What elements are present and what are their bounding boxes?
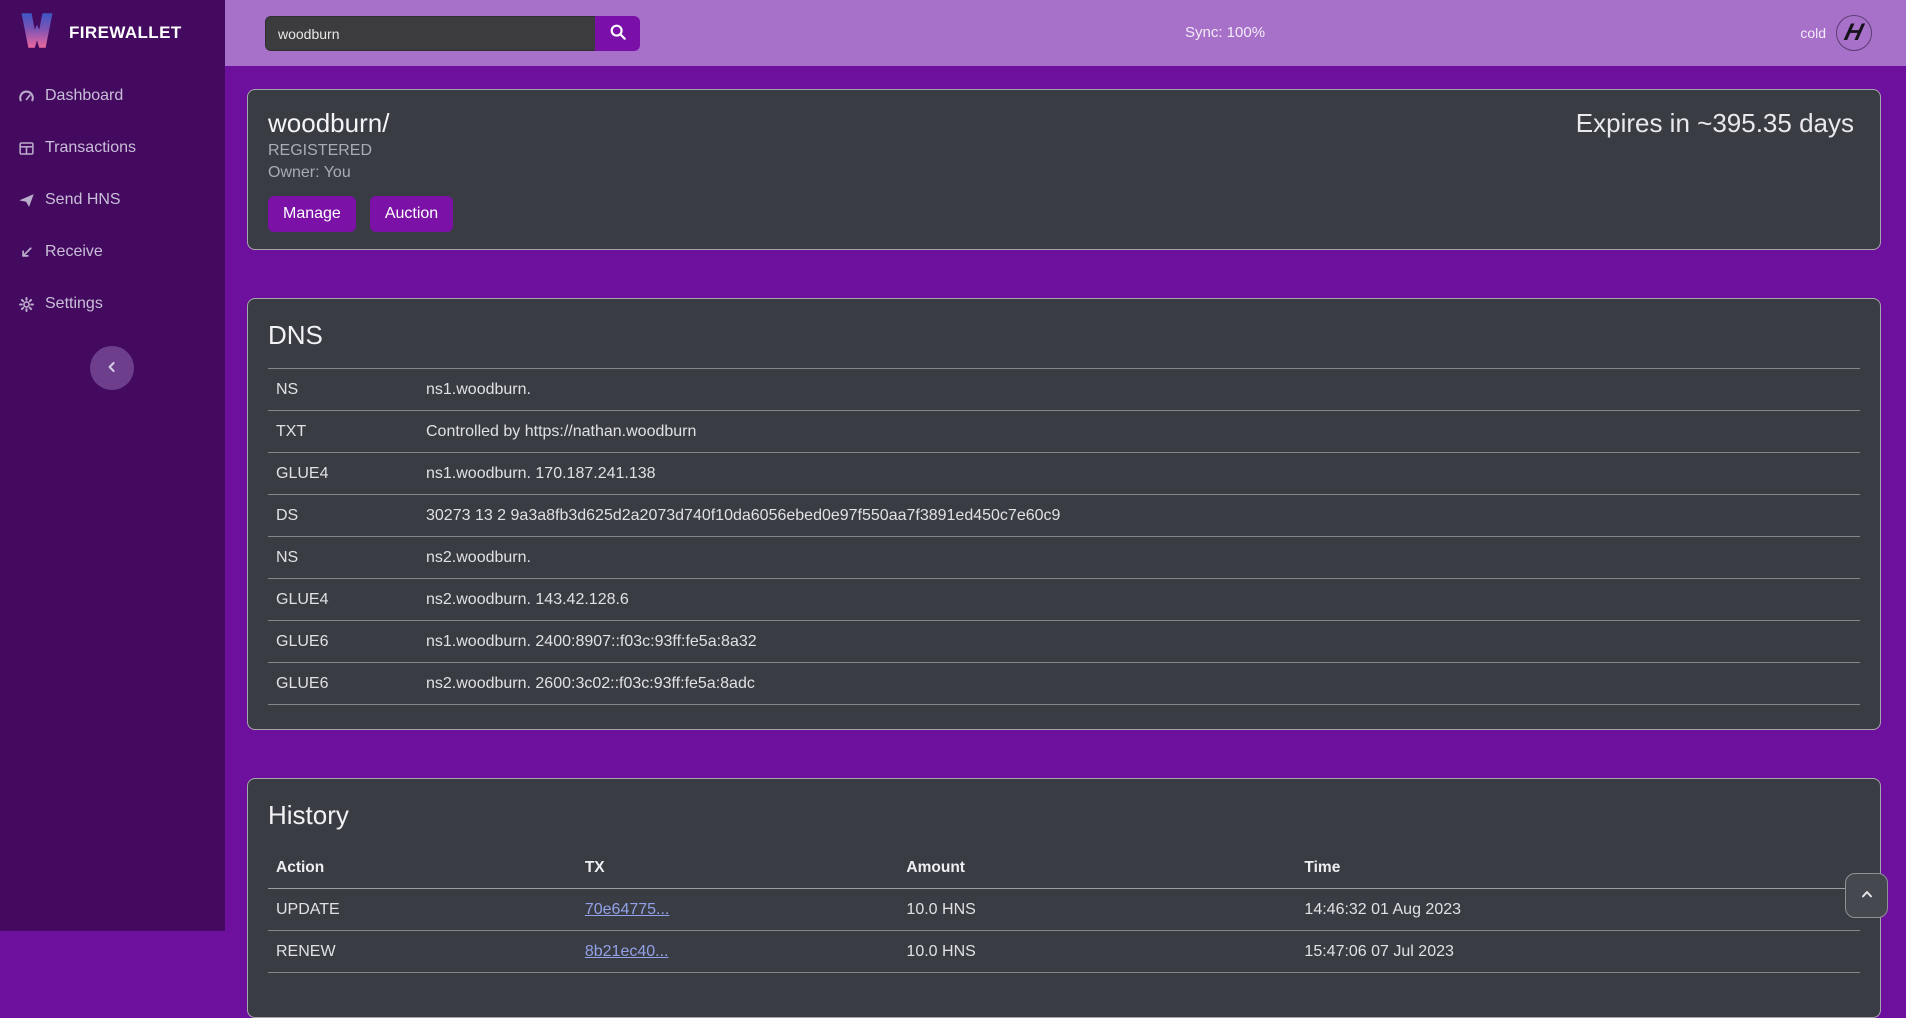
dns-record-row: GLUE4 ns1.woodburn. 170.187.241.138 xyxy=(268,453,1860,495)
history-table: Action TX Amount Time UPDATE 70e64775...… xyxy=(268,848,1860,973)
record-value: 30273 13 2 9a3a8fb3d625d2a2073d740f10da6… xyxy=(418,495,1860,537)
brand-row[interactable]: FIREWALLET xyxy=(0,0,225,66)
time-cell: 15:47:06 07 Jul 2023 xyxy=(1296,931,1860,973)
wallet-avatar[interactable]: H xyxy=(1836,15,1872,51)
handshake-icon: H xyxy=(1842,18,1867,48)
sidebar-item-label: Transactions xyxy=(45,139,136,157)
record-type: GLUE6 xyxy=(268,621,418,663)
record-value: ns2.woodburn. 143.42.128.6 xyxy=(418,579,1860,621)
main-content: woodburn/ REGISTERED Owner: You Manage A… xyxy=(225,66,1906,931)
scroll-top-button[interactable] xyxy=(1845,873,1888,918)
record-type: NS xyxy=(268,537,418,579)
column-header-action: Action xyxy=(268,848,577,889)
record-type: DS xyxy=(268,495,418,537)
domain-info: woodburn/ REGISTERED Owner: You Manage A… xyxy=(268,108,453,249)
search-icon xyxy=(609,23,627,44)
search-group xyxy=(265,16,640,51)
history-row: UPDATE 70e64775... 10.0 HNS 14:46:32 01 … xyxy=(268,889,1860,931)
record-value: Controlled by https://nathan.woodburn xyxy=(418,411,1860,453)
tx-link[interactable]: 70e64775... xyxy=(585,901,670,918)
dns-record-row: GLUE6 ns2.woodburn. 2600:3c02::f03c:93ff… xyxy=(268,663,1860,705)
sidebar-item-label: Receive xyxy=(45,243,103,261)
action-cell: RENEW xyxy=(268,931,577,973)
status-badge: REGISTERED xyxy=(268,140,453,161)
sync-status: Sync: 100% xyxy=(1185,0,1265,66)
gear-icon xyxy=(18,296,35,313)
expiry-label: Expires in ~395.35 days xyxy=(1576,108,1854,249)
collapse-sidebar-button[interactable] xyxy=(90,346,134,390)
dns-card: DNS NS ns1.woodburn. TXT Controlled by h… xyxy=(247,298,1881,730)
history-card: History Action TX Amount Time UPDATE 70e… xyxy=(247,778,1881,1018)
sidebar: FIREWALLET Dashboard Transactions xyxy=(0,0,225,931)
record-type: GLUE4 xyxy=(268,579,418,621)
sidebar-item-label: Dashboard xyxy=(45,87,123,105)
sidebar-item-send-hns[interactable]: Send HNS xyxy=(0,178,225,222)
sidebar-item-settings[interactable]: Settings xyxy=(0,282,225,326)
sidebar-item-transactions[interactable]: Transactions xyxy=(0,126,225,170)
chevron-up-icon xyxy=(1859,886,1875,905)
send-icon xyxy=(18,192,35,209)
search-input[interactable] xyxy=(265,16,595,51)
record-value: ns1.woodburn. xyxy=(418,369,1860,411)
domain-card: woodburn/ REGISTERED Owner: You Manage A… xyxy=(247,89,1881,250)
search-button[interactable] xyxy=(595,16,640,51)
record-value: ns1.woodburn. 170.187.241.138 xyxy=(418,453,1860,495)
owner-label: Owner: You xyxy=(268,162,453,183)
record-value: ns2.woodburn. xyxy=(418,537,1860,579)
table-icon xyxy=(18,140,35,157)
brand-name: FIREWALLET xyxy=(69,23,182,43)
dns-record-row: DS 30273 13 2 9a3a8fb3d625d2a2073d740f10… xyxy=(268,495,1860,537)
wallet-indicator: cold H xyxy=(1800,0,1872,66)
time-cell: 14:46:32 01 Aug 2023 xyxy=(1296,889,1860,931)
dns-record-row: TXT Controlled by https://nathan.woodbur… xyxy=(268,411,1860,453)
tx-cell: 8b21ec40... xyxy=(577,931,899,973)
gauge-icon xyxy=(18,88,35,105)
wallet-name-label: cold xyxy=(1800,25,1826,41)
tx-cell: 70e64775... xyxy=(577,889,899,931)
record-value: ns1.woodburn. 2400:8907::f03c:93ff:fe5a:… xyxy=(418,621,1860,663)
sidebar-item-dashboard[interactable]: Dashboard xyxy=(0,74,225,118)
amount-cell: 10.0 HNS xyxy=(898,931,1296,973)
column-header-time: Time xyxy=(1296,848,1860,889)
chevron-left-icon xyxy=(104,359,120,378)
dns-record-row: GLUE4 ns2.woodburn. 143.42.128.6 xyxy=(268,579,1860,621)
column-header-amount: Amount xyxy=(898,848,1296,889)
topbar: Sync: 100% cold H xyxy=(225,0,1906,66)
record-type: NS xyxy=(268,369,418,411)
record-type: GLUE6 xyxy=(268,663,418,705)
history-section-title: History xyxy=(268,799,1860,831)
page-title: woodburn/ xyxy=(268,108,453,138)
history-row: RENEW 8b21ec40... 10.0 HNS 15:47:06 07 J… xyxy=(268,931,1860,973)
amount-cell: 10.0 HNS xyxy=(898,889,1296,931)
record-type: TXT xyxy=(268,411,418,453)
auction-button[interactable]: Auction xyxy=(370,196,453,232)
record-value: ns2.woodburn. 2600:3c02::f03c:93ff:fe5a:… xyxy=(418,663,1860,705)
dns-record-row: GLUE6 ns1.woodburn. 2400:8907::f03c:93ff… xyxy=(268,621,1860,663)
dns-section-title: DNS xyxy=(268,319,1860,351)
sidebar-nav: Dashboard Transactions Send HNS xyxy=(0,74,225,326)
receive-icon xyxy=(18,244,35,261)
manage-button[interactable]: Manage xyxy=(268,196,356,232)
sidebar-item-label: Settings xyxy=(45,295,103,313)
tx-link[interactable]: 8b21ec40... xyxy=(585,943,669,960)
action-cell: UPDATE xyxy=(268,889,577,931)
column-header-tx: TX xyxy=(577,848,899,889)
dns-record-row: NS ns2.woodburn. xyxy=(268,537,1860,579)
sidebar-item-label: Send HNS xyxy=(45,191,121,209)
dns-table: NS ns1.woodburn. TXT Controlled by https… xyxy=(268,368,1860,705)
dns-record-row: NS ns1.woodburn. xyxy=(268,369,1860,411)
domain-actions: Manage Auction xyxy=(268,196,453,232)
record-type: GLUE4 xyxy=(268,453,418,495)
history-header-row: Action TX Amount Time xyxy=(268,848,1860,889)
firewallet-logo-icon xyxy=(17,9,57,57)
sidebar-item-receive[interactable]: Receive xyxy=(0,230,225,274)
